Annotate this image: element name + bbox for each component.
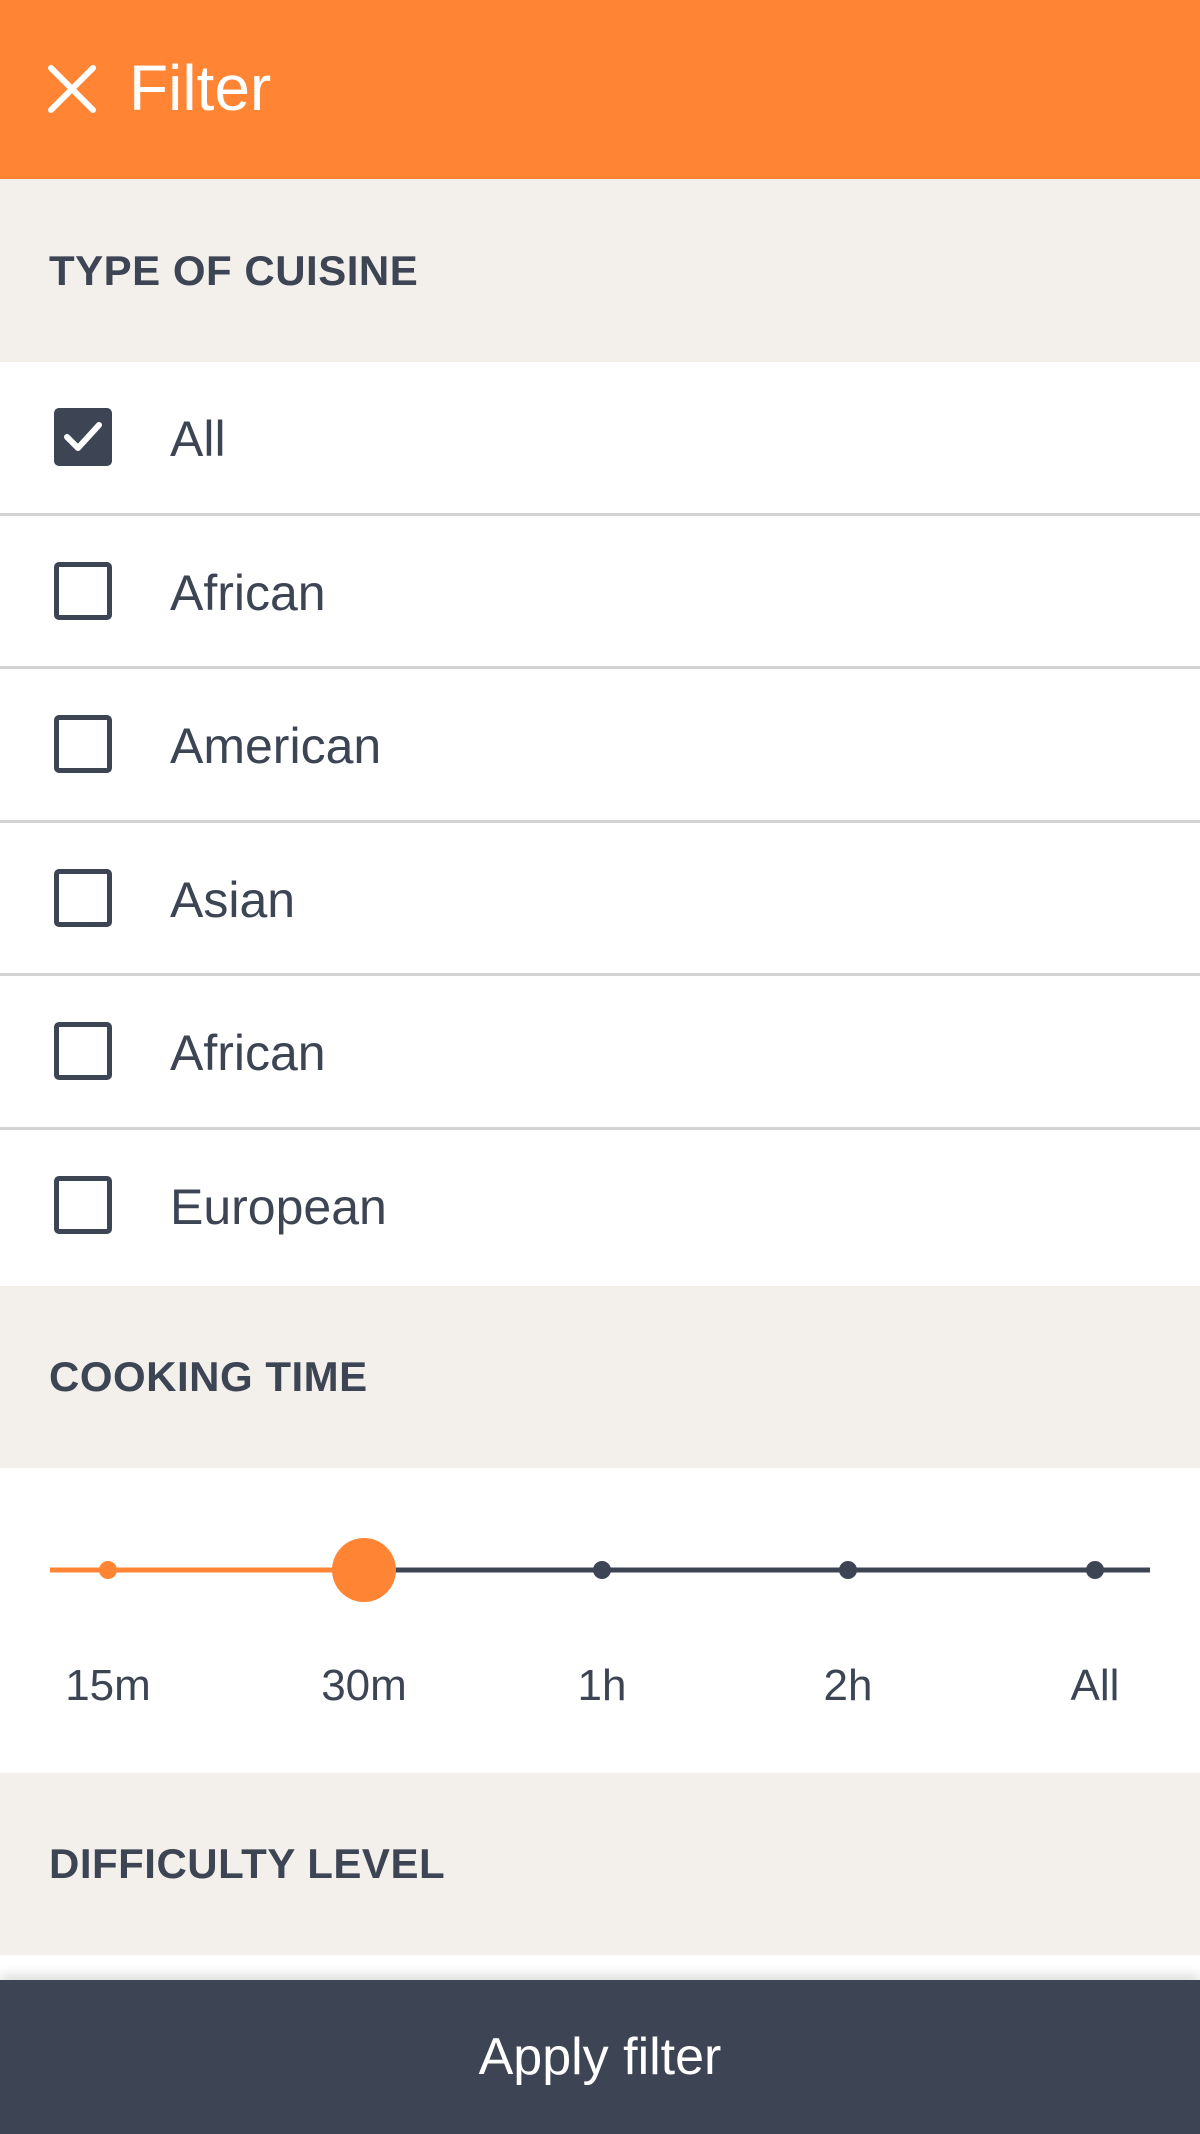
slider-tick-label[interactable]: 15m [65, 1661, 151, 1711]
checkbox-unchecked[interactable] [54, 1022, 112, 1080]
cooking-time-section-title: COOKING TIME [49, 1353, 368, 1400]
cuisine-option-label: African [170, 564, 326, 621]
cooking-time-slider[interactable]: 15m 30m 1h 2h All [0, 1468, 1200, 1773]
checkbox-unchecked[interactable] [54, 1175, 112, 1234]
cuisine-option-row[interactable]: European [0, 1129, 1200, 1283]
cuisine-list: All African American Asian African European [0, 362, 1200, 1283]
checkbox-unchecked[interactable] [54, 715, 112, 773]
cuisine-section-header: TYPE OF CUISINE [0, 179, 1200, 362]
checkbox-unchecked[interactable] [54, 561, 112, 620]
app-bar: Filter [0, 0, 1200, 179]
checkbox-checked[interactable] [54, 408, 112, 466]
cuisine-option-label: European [170, 1178, 387, 1235]
checkbox-unchecked[interactable] [54, 868, 112, 927]
cuisine-option-label: American [170, 718, 382, 774]
difficulty-section-title: DIFFICULTY LEVEL [49, 1840, 446, 1887]
close-icon[interactable] [46, 63, 98, 115]
slider-tick-label[interactable]: 30m [321, 1661, 407, 1711]
difficulty-section-header: DIFFICULTY LEVEL [0, 1773, 1200, 1955]
cuisine-option-label: African [170, 1025, 326, 1081]
slider-tick-dot [593, 1561, 611, 1579]
slider-tick-label[interactable]: 2h [824, 1661, 873, 1711]
slider-track[interactable] [0, 1468, 1200, 1773]
cuisine-option-row[interactable]: African [0, 515, 1200, 669]
cuisine-option-row[interactable]: African [0, 976, 1200, 1130]
slider-tick-dot [839, 1561, 857, 1579]
cooking-time-section-header: COOKING TIME [0, 1286, 1200, 1468]
cuisine-option-row[interactable]: American [0, 669, 1200, 823]
cuisine-option-label: All [170, 411, 226, 467]
slider-tick-dot [1086, 1561, 1104, 1579]
cuisine-option-label: Asian [170, 871, 296, 928]
cuisine-option-row[interactable]: All [0, 362, 1200, 516]
cuisine-section-title: TYPE OF CUISINE [49, 247, 419, 294]
apply-filter-button[interactable]: Apply filter [0, 1980, 1200, 2134]
cuisine-option-row[interactable]: Asian [0, 822, 1200, 976]
page-title: Filter [129, 52, 272, 124]
checkmark-icon [64, 422, 102, 451]
slider-tick-label[interactable]: 1h [578, 1661, 627, 1711]
slider-thumb[interactable] [332, 1538, 396, 1602]
slider-tick-dot [99, 1561, 117, 1579]
slider-tick-label[interactable]: All [1071, 1661, 1120, 1711]
